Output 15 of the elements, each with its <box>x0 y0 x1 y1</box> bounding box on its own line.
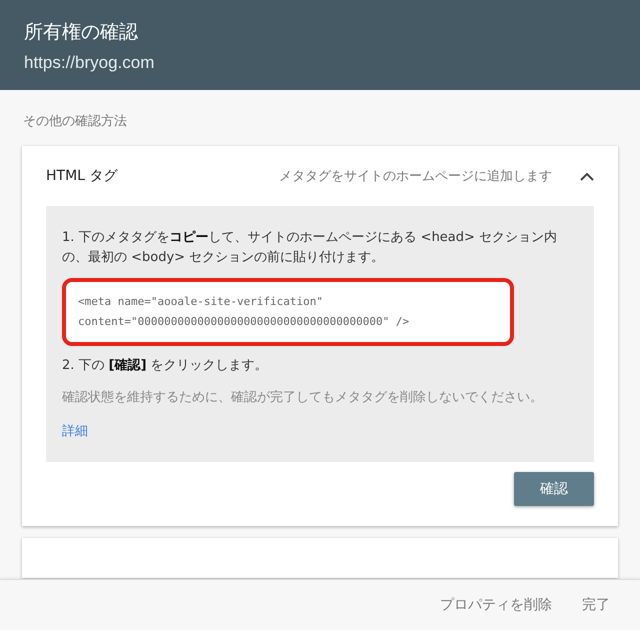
instruction-step: 1. 下のメタタグをコピーして、サイトのホームページにある <head> セクション内の、最初の <body> セクションの前に貼り付けます。 <box>62 228 578 268</box>
footer-button[interactable]: 完了 <box>570 588 622 622</box>
site-url: https://bryog.com <box>24 52 156 74</box>
chevron-icon[interactable] <box>580 172 594 180</box>
details-link[interactable]: 詳細 <box>62 422 88 440</box>
footer-button[interactable]: プロパティを削除 <box>428 588 564 622</box>
section-label: その他の確認方法 <box>23 113 128 130</box>
instruction-note: 確認状態を維持するために、確認が完了してもメタタグを削除しないでください。 <box>62 389 544 407</box>
dialog-title: 所有権の確認 <box>24 20 139 45</box>
instruction-step: 2. 下の [確認] をクリックします。 <box>62 356 578 376</box>
verify-button[interactable]: 確認 <box>514 472 594 506</box>
code-line: content="0000000000000000000000000000000000000" /> <box>78 314 410 330</box>
method-name: HTML タグ <box>46 167 119 185</box>
code-line: <meta name="aooale-site-verification" <box>78 294 324 310</box>
method-description: メタタグをサイトのホームページに追加します <box>278 168 553 185</box>
